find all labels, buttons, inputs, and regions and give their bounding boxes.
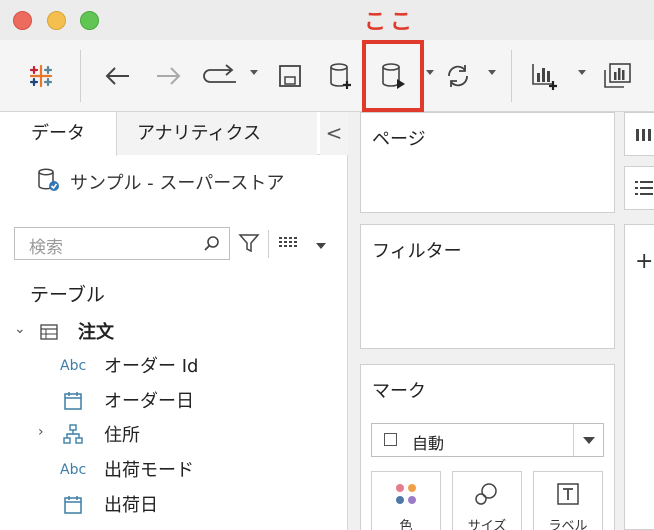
field-name: オーダー Id: [104, 356, 199, 377]
save-icon[interactable]: [273, 56, 307, 96]
title-bar: ここ: [0, 0, 654, 40]
tab-analytics[interactable]: アナリティクス: [117, 112, 317, 155]
field-row[interactable]: 出荷日: [0, 489, 348, 521]
search-placeholder: 検索: [29, 238, 63, 258]
filter-icon[interactable]: [238, 232, 260, 258]
view-canvas[interactable]: +: [624, 224, 654, 530]
field-name: 出荷モード: [104, 460, 194, 481]
new-worksheet-dropdown-caret[interactable]: [578, 70, 586, 75]
string-type-icon: Abc: [60, 462, 87, 478]
forward-arrow-icon[interactable]: [152, 56, 186, 96]
mark-type-select[interactable]: 自動: [371, 423, 604, 457]
string-type-icon: Abc: [60, 358, 87, 374]
data-source-item[interactable]: サンプル - スーパーストア: [36, 167, 285, 198]
calendar-icon: [63, 495, 83, 520]
refresh-dropdown-caret[interactable]: [488, 70, 496, 75]
filters-shelf-title: フィルター: [372, 241, 462, 262]
data-source-icon: [36, 167, 60, 198]
search-input[interactable]: 検索: [14, 227, 230, 260]
search-icon: [203, 235, 221, 257]
annotation-label: ここ: [364, 10, 417, 35]
run-data-dropdown-caret[interactable]: [426, 70, 434, 75]
refresh-icon[interactable]: [440, 56, 476, 96]
field-row[interactable]: オーダー日: [0, 385, 348, 417]
table-row-orders[interactable]: ⌄ 注文: [0, 316, 348, 348]
collapse-pane-button[interactable]: <: [320, 112, 348, 155]
view-list-icon[interactable]: [279, 236, 301, 256]
new-worksheet-icon[interactable]: [528, 56, 562, 96]
field-row[interactable]: › 住所: [0, 419, 348, 451]
data-pane-tabs: アナリティクス データ <: [0, 112, 348, 156]
new-data-source-icon[interactable]: [324, 56, 358, 96]
table-name: 注文: [78, 322, 114, 343]
label-button[interactable]: ラベル: [533, 471, 603, 530]
pages-shelf[interactable]: ページ: [360, 112, 615, 213]
annotation-highlight-box: [362, 40, 424, 112]
color-button[interactable]: 色: [371, 471, 441, 530]
redo-icon[interactable]: [200, 56, 244, 96]
minimize-window-button[interactable]: [47, 11, 66, 30]
columns-shelf[interactable]: [624, 112, 654, 156]
size-circles-icon: [453, 482, 521, 506]
pages-shelf-title: ページ: [372, 129, 426, 150]
rows-shelf[interactable]: [624, 166, 654, 210]
plus-icon: +: [635, 249, 654, 274]
show-me-icon[interactable]: [600, 56, 634, 96]
filters-shelf[interactable]: フィルター: [360, 224, 615, 349]
hierarchy-icon: [63, 424, 83, 449]
back-arrow-icon[interactable]: [100, 56, 134, 96]
field-name: 住所: [104, 425, 140, 446]
data-source-name: サンプル - スーパーストア: [70, 173, 285, 194]
color-dots-icon: [372, 482, 440, 506]
tableau-logo-icon[interactable]: [24, 56, 58, 96]
redo-dropdown-caret[interactable]: [250, 70, 258, 75]
rows-icon: [635, 180, 653, 200]
field-row[interactable]: Abc オーダー Id: [0, 350, 348, 382]
close-window-button[interactable]: [13, 11, 32, 30]
mark-type-square-icon: [384, 433, 397, 446]
data-pane: アナリティクス データ < サンプル - スーパーストア 検索 テーブル ⌄ 注…: [0, 112, 348, 530]
zoom-window-button[interactable]: [80, 11, 99, 30]
table-icon: [40, 324, 58, 345]
field-name: 出荷日: [104, 495, 158, 516]
mark-type-value: 自動: [412, 434, 445, 453]
marks-card-title: マーク: [372, 381, 426, 402]
view-dropdown-caret[interactable]: [316, 243, 326, 249]
toolbar: [0, 40, 654, 112]
size-button[interactable]: サイズ: [452, 471, 522, 530]
color-button-label: 色: [399, 519, 413, 530]
right-shelves: +: [624, 112, 654, 530]
field-row[interactable]: Abc 出荷モード: [0, 454, 348, 486]
marks-card: マーク 自動 色 サイズ ラベル: [360, 364, 615, 530]
text-label-icon: [534, 482, 602, 506]
label-button-label: ラベル: [548, 519, 588, 530]
columns-icon: [635, 125, 653, 147]
shelves-area: ページ フィルター マーク 自動 色 サイズ ラベル: [349, 112, 624, 530]
chevron-down-icon[interactable]: ⌄: [14, 321, 26, 337]
mark-type-dropdown-caret[interactable]: [573, 424, 603, 456]
calendar-icon: [63, 391, 83, 416]
field-name: オーダー日: [104, 391, 194, 412]
tables-header: テーブル: [30, 284, 105, 306]
chevron-right-icon[interactable]: ›: [38, 424, 44, 440]
size-button-label: サイズ: [467, 519, 507, 530]
tab-data[interactable]: データ: [0, 112, 117, 156]
